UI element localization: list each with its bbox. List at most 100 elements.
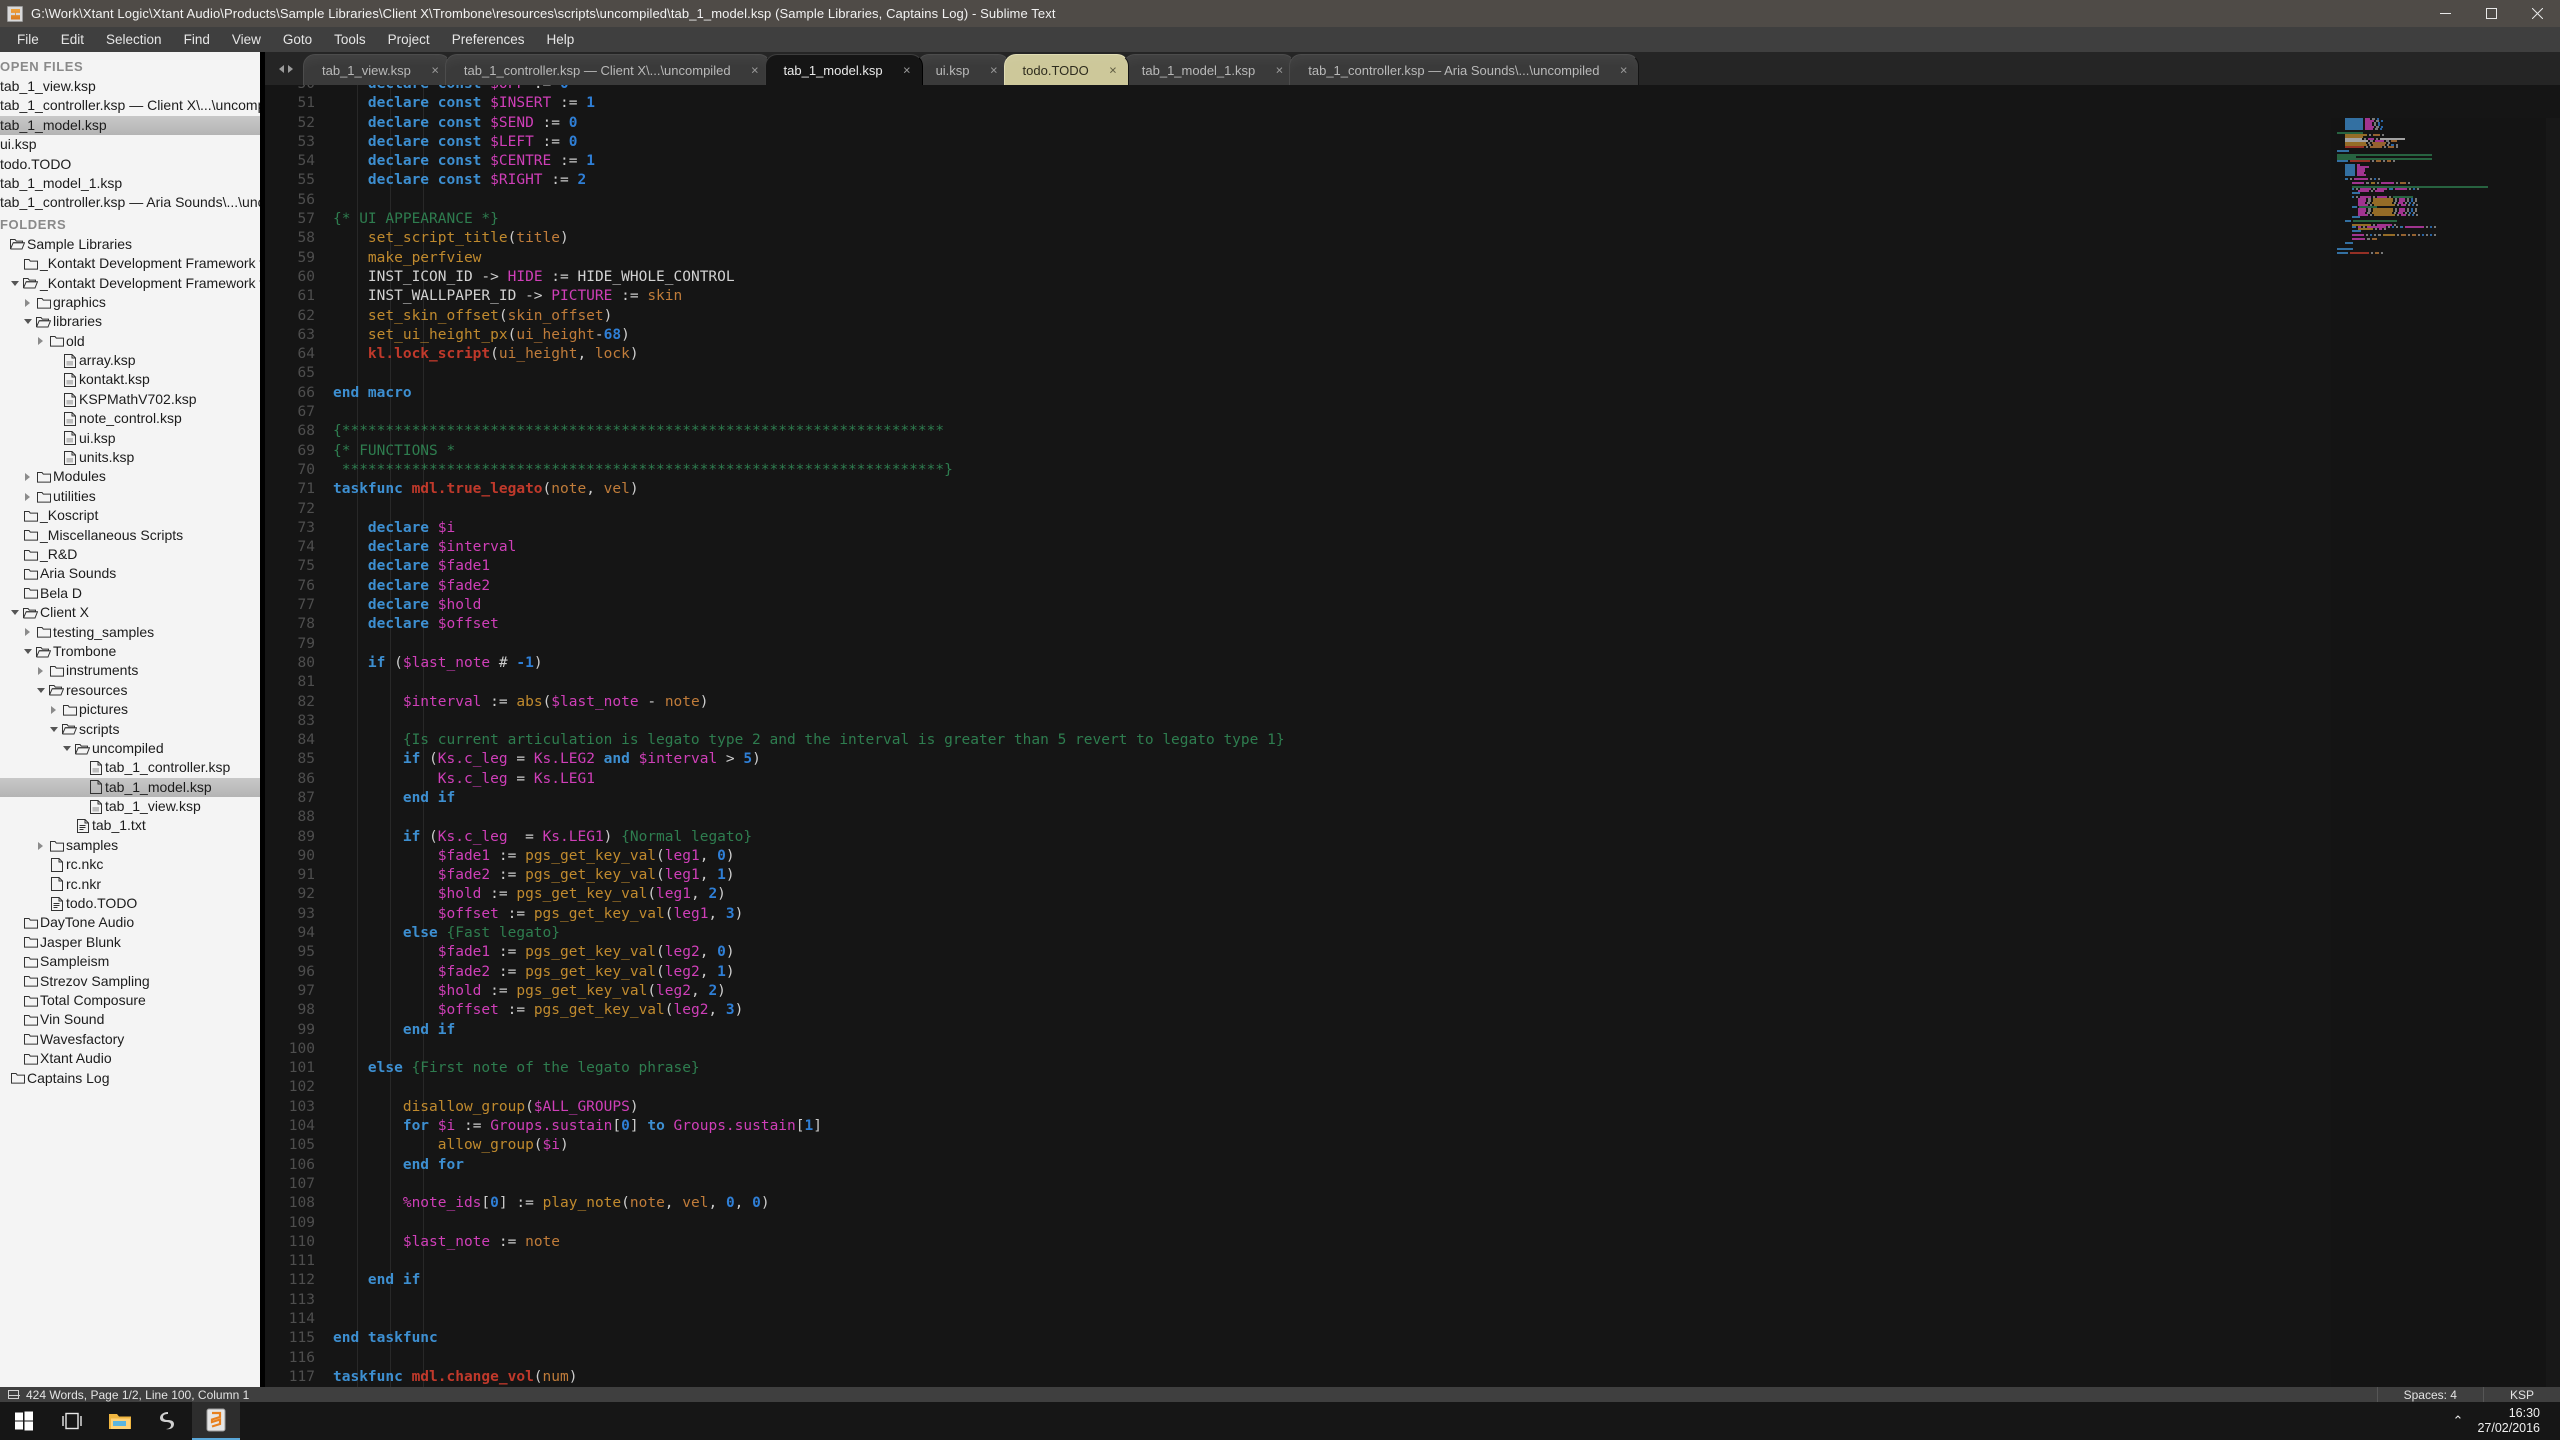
editor-tab[interactable]: tab_1_controller.ksp — Aria Sounds\...\u… [1289, 54, 1640, 85]
sidebar-scroll-content[interactable]: OPEN FILES tab_1_view.ksp tab_1_controller… [0, 52, 265, 1387]
tree-item[interactable]: pictures [0, 700, 265, 719]
code-line[interactable]: declare const $LEFT := 0 [333, 133, 2560, 152]
code-line[interactable] [333, 364, 2560, 383]
code-line[interactable]: declare const $OFF := 0 [333, 85, 2560, 94]
tab-scroll-left-icon[interactable] [278, 64, 284, 73]
tree-item[interactable]: _R&D [0, 545, 265, 564]
file-explorer-button[interactable] [96, 1402, 144, 1440]
minimize-button[interactable] [2422, 0, 2468, 27]
code-line[interactable]: %note_ids[0] := play_note(note, vel, 0, … [333, 1194, 2560, 1213]
code-line[interactable] [333, 1175, 2560, 1194]
code-line[interactable]: INST_ICON_ID -> HIDE := HIDE_WHOLE_CONTR… [333, 268, 2560, 287]
tab-close-icon[interactable]: × [431, 63, 439, 78]
open-file-item[interactable]: tab_1_controller.ksp — Aria Sounds\...\u… [0, 193, 265, 212]
chevron-down-icon[interactable] [34, 687, 47, 693]
code-line[interactable]: $last_note := note [333, 1233, 2560, 1252]
chevron-down-icon[interactable] [60, 746, 73, 752]
tree-item[interactable]: _Koscript [0, 506, 265, 525]
code-line[interactable]: for $i := Groups.sustain[0] to Groups.su… [333, 1117, 2560, 1136]
editor-tab[interactable]: todo.TODO × [1003, 54, 1129, 85]
tree-item[interactable]: Vin Sound [0, 1010, 265, 1029]
tab-close-icon[interactable]: × [1109, 63, 1117, 78]
tree-item[interactable]: scripts [0, 720, 265, 739]
code-line[interactable]: INST_WALLPAPER_ID -> PICTURE := skin [333, 287, 2560, 306]
code-line[interactable]: declare $interval [333, 538, 2560, 557]
tree-item[interactable]: Bela D [0, 584, 265, 603]
tree-item[interactable]: DayTone Audio [0, 913, 265, 932]
app-button[interactable] [144, 1402, 192, 1440]
close-button[interactable] [2514, 0, 2560, 27]
code-line[interactable] [333, 712, 2560, 731]
code-line[interactable]: declare const $INSERT := 1 [333, 94, 2560, 113]
code-line[interactable] [333, 635, 2560, 654]
tab-scroll-arrows[interactable] [268, 52, 303, 85]
code-line[interactable] [333, 500, 2560, 519]
code-line[interactable]: if (Ks.c_leg = Ks.LEG1) {Normal legato} [333, 828, 2560, 847]
code-line[interactable]: declare $offset [333, 615, 2560, 634]
status-syntax[interactable]: KSP [2482, 1387, 2560, 1402]
tree-item[interactable]: tab_1.txt [0, 816, 265, 835]
tree-item[interactable]: Jasper Blunk [0, 933, 265, 952]
sublime-text-button[interactable] [192, 1402, 240, 1440]
chevron-right-icon[interactable] [21, 298, 34, 307]
code-line[interactable]: $fade1 := pgs_get_key_val(leg1, 0) [333, 847, 2560, 866]
code-line[interactable]: kl.lock_script(ui_height, lock) [333, 345, 2560, 364]
status-spaces[interactable]: Spaces: 4 [2376, 1387, 2483, 1402]
chevron-down-icon[interactable] [8, 610, 21, 616]
tab-scroll-right-icon[interactable] [287, 64, 293, 73]
code-line[interactable]: ****************************************… [333, 461, 2560, 480]
code-line[interactable]: $hold := pgs_get_key_val(leg1, 2) [333, 885, 2560, 904]
code-line[interactable]: declare const $CENTRE := 1 [333, 152, 2560, 171]
editor-tab[interactable]: tab_1_model_1.ksp × [1122, 54, 1296, 85]
vertical-scrollbar[interactable] [2546, 118, 2560, 1387]
start-button[interactable] [0, 1402, 48, 1440]
tree-item[interactable]: utilities [0, 487, 265, 506]
open-file-item[interactable]: tab_1_view.ksp [0, 77, 265, 96]
tree-item[interactable]: rc.nkc [0, 855, 265, 874]
open-file-item[interactable]: tab_1_model.ksp [0, 115, 265, 136]
code-line[interactable]: set_skin_offset(skin_offset) [333, 307, 2560, 326]
code-line[interactable]: $fade1 := pgs_get_key_val(leg2, 0) [333, 943, 2560, 962]
code-line[interactable] [333, 673, 2560, 692]
code-line[interactable]: end for [333, 1156, 2560, 1175]
chevron-down-icon[interactable] [8, 280, 21, 286]
tree-item[interactable]: Modules [0, 467, 265, 486]
code-line[interactable]: set_ui_height_px(ui_height-68) [333, 326, 2560, 345]
code-line[interactable]: $fade2 := pgs_get_key_val(leg1, 1) [333, 866, 2560, 885]
task-view-button[interactable] [48, 1402, 96, 1440]
code-line[interactable]: Ks.c_leg = Ks.LEG1 [333, 770, 2560, 789]
tree-item[interactable]: tab_1_model.ksp [0, 777, 265, 798]
tree-item[interactable]: _Kontakt Development Framework v2.0 [0, 274, 265, 293]
chevron-right-icon[interactable] [34, 667, 47, 676]
code-line[interactable]: $hold := pgs_get_key_val(leg2, 2) [333, 982, 2560, 1001]
tree-item[interactable]: instruments [0, 661, 265, 680]
code-line[interactable]: allow_group($i) [333, 1136, 2560, 1155]
code-line[interactable]: end if [333, 1271, 2560, 1290]
code-line[interactable]: end taskfunc [333, 1329, 2560, 1348]
code-line[interactable]: else {Fast legato} [333, 924, 2560, 943]
panel-toggle-icon[interactable] [8, 1390, 20, 1399]
code-line[interactable] [333, 1349, 2560, 1368]
code-line[interactable]: declare $i [333, 519, 2560, 538]
chevron-right-icon[interactable] [21, 492, 34, 501]
tree-item[interactable]: note_control.ksp [0, 409, 265, 428]
editor-tab[interactable]: tab_1_controller.ksp — Client X\...\unco… [444, 54, 771, 85]
tab-close-icon[interactable]: × [751, 63, 759, 78]
tree-item[interactable]: testing_samples [0, 623, 265, 642]
code-line[interactable]: {Is current articulation is legato type … [333, 731, 2560, 750]
tree-item[interactable]: Trombone [0, 642, 265, 661]
chevron-right-icon[interactable] [34, 841, 47, 850]
code-line[interactable]: {***************************************… [333, 422, 2560, 441]
chevron-right-icon[interactable] [21, 628, 34, 637]
open-file-item[interactable]: tab_1_controller.ksp — Client X\...\unco… [0, 96, 265, 115]
tree-item[interactable]: Wavesfactory [0, 1030, 265, 1049]
menu-item-edit[interactable]: Edit [50, 29, 95, 50]
menu-item-project[interactable]: Project [377, 29, 441, 50]
tray-expand-icon[interactable]: ⌃ [2439, 1413, 2478, 1429]
code-line[interactable] [333, 1291, 2560, 1310]
tree-item[interactable]: Sample Libraries [0, 235, 265, 254]
chevron-right-icon[interactable] [47, 705, 60, 714]
code-line[interactable]: else {First note of the legato phrase} [333, 1059, 2560, 1078]
chevron-right-icon[interactable] [34, 337, 47, 346]
menu-item-tools[interactable]: Tools [323, 29, 377, 50]
